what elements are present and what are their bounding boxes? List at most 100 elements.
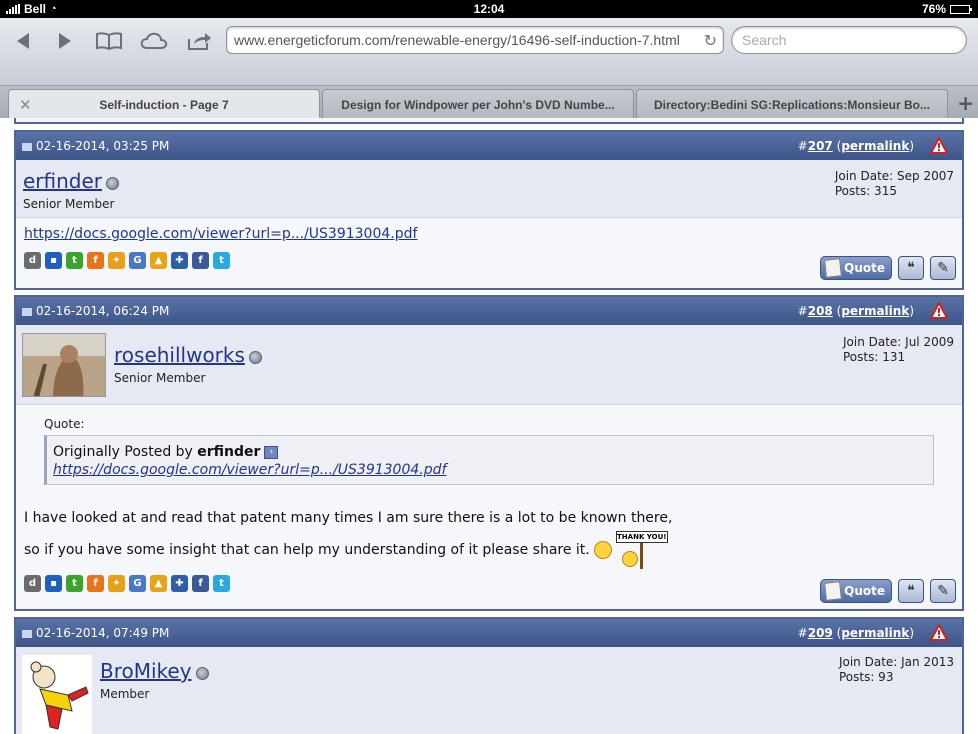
view-post-icon[interactable]: › bbox=[264, 445, 279, 459]
facebook-icon[interactable]: f bbox=[192, 575, 209, 592]
technorati-icon[interactable]: t bbox=[66, 252, 83, 269]
new-tab-icon[interactable]: + bbox=[957, 91, 974, 115]
share-icon[interactable] bbox=[184, 28, 214, 54]
tab-bedini[interactable]: Directory:Bedini SG:Replications:Monsieu… bbox=[636, 89, 948, 118]
windows-live-icon[interactable]: ✦ bbox=[108, 252, 125, 269]
smiley-icon bbox=[593, 541, 612, 559]
username[interactable]: rosehillworks bbox=[114, 343, 245, 367]
post-number-link[interactable]: 209 bbox=[808, 626, 833, 640]
browser-toolbar: www.energeticforum.com/renewable-energy/… bbox=[0, 18, 978, 86]
social-bookmarks: d ▪ t f ✦ G ▲ ✚ f t bbox=[24, 575, 954, 592]
username[interactable]: erfinder bbox=[23, 169, 102, 193]
delicious-icon[interactable]: ▪ bbox=[45, 252, 62, 269]
tab-windpower[interactable]: Design for Windpower per John's DVD Numb… bbox=[322, 89, 634, 118]
pdf-link[interactable]: https://docs.google.com/viewer?url=p.../… bbox=[24, 226, 417, 242]
username[interactable]: BroMikey bbox=[100, 659, 192, 683]
google-icon[interactable]: G bbox=[129, 252, 146, 269]
paren: ) bbox=[909, 139, 914, 153]
multi-quote-icon[interactable]: ❝ bbox=[898, 579, 924, 603]
post-hash: # bbox=[797, 304, 808, 318]
post-message: I have looked at and read that patent ma… bbox=[24, 505, 954, 569]
post-207: 02-16-2014, 03:25 PM #207 (permalink) er… bbox=[14, 130, 964, 290]
yahoo-icon[interactable]: ▲ bbox=[150, 252, 167, 269]
multi-quote-icon[interactable]: ❝ bbox=[898, 256, 924, 280]
google-icon[interactable]: G bbox=[129, 575, 146, 592]
myspace-icon[interactable]: ✚ bbox=[171, 252, 188, 269]
quote-button[interactable]: Quote bbox=[820, 579, 892, 603]
quick-reply-icon[interactable]: ✎ bbox=[930, 579, 956, 603]
post-icon bbox=[22, 308, 32, 316]
post-icon bbox=[22, 143, 32, 151]
myspace-icon[interactable]: ✚ bbox=[171, 575, 188, 592]
post-body: https://docs.google.com/viewer?url=p.../… bbox=[16, 218, 962, 288]
address-bar[interactable]: www.energeticforum.com/renewable-energy/… bbox=[226, 26, 724, 54]
search-input[interactable]: Search bbox=[731, 26, 967, 54]
windows-live-icon[interactable]: ✦ bbox=[108, 575, 125, 592]
digg-icon[interactable]: d bbox=[24, 252, 41, 269]
paren: ) bbox=[909, 626, 914, 640]
post-hash: # bbox=[797, 139, 808, 153]
quick-reply-icon[interactable]: ✎ bbox=[930, 256, 956, 280]
post-number-link[interactable]: 208 bbox=[808, 304, 833, 318]
twitter-icon[interactable]: t bbox=[213, 575, 230, 592]
close-tab-icon[interactable]: ✕ bbox=[19, 96, 32, 114]
report-icon[interactable] bbox=[930, 302, 948, 319]
user-info: erfinder Senior Member Join Date: Sep 20… bbox=[16, 160, 962, 218]
technorati-icon[interactable]: t bbox=[66, 575, 83, 592]
reload-icon[interactable]: ↻ bbox=[704, 31, 717, 51]
user-title: Senior Member bbox=[23, 197, 115, 211]
message-text: so if you have some insight that can hel… bbox=[24, 542, 590, 558]
permalink[interactable]: permalink bbox=[841, 626, 909, 640]
message-line-2: so if you have some insight that can hel… bbox=[24, 531, 954, 569]
post-count: Posts: 93 bbox=[838, 670, 894, 684]
user-info: rosehillworks Senior Member Join Date: J… bbox=[16, 325, 962, 405]
bookmarks-icon[interactable] bbox=[94, 28, 124, 54]
furl-icon[interactable]: f bbox=[87, 575, 104, 592]
yahoo-icon[interactable]: ▲ bbox=[150, 575, 167, 592]
icloud-tabs-icon[interactable] bbox=[139, 28, 169, 54]
battery-icon bbox=[950, 4, 972, 14]
report-icon[interactable] bbox=[930, 624, 948, 641]
tab-bar: ✕ Self-induction - Page 7 Design for Win… bbox=[0, 86, 978, 119]
quote-prefix: Originally Posted by bbox=[53, 444, 193, 460]
twitter-icon[interactable]: t bbox=[213, 252, 230, 269]
post-date: 02-16-2014, 03:25 PM bbox=[36, 139, 170, 153]
post-count: Posts: 315 bbox=[834, 184, 897, 198]
post-actions: Quote ❝ ✎ bbox=[820, 579, 956, 603]
thank-you-icon: THANK YOU! bbox=[612, 531, 668, 569]
join-date: Join Date: Jul 2009 bbox=[842, 335, 954, 349]
post-body: Quote: Originally Posted by erfinder › ht… bbox=[16, 405, 962, 611]
thank-you-sign: THANK YOU! bbox=[615, 531, 668, 543]
delicious-icon[interactable]: ▪ bbox=[45, 575, 62, 592]
permalink[interactable]: permalink bbox=[841, 139, 909, 153]
furl-icon[interactable]: f bbox=[87, 252, 104, 269]
post-date: 02-16-2014, 06:24 PM bbox=[36, 304, 170, 318]
quote-box: Originally Posted by erfinder › https://d… bbox=[44, 435, 934, 485]
previous-post-edge bbox=[14, 118, 964, 124]
back-icon[interactable] bbox=[8, 28, 38, 54]
offline-status-icon bbox=[195, 667, 209, 680]
post-number: #208 (permalink) bbox=[798, 304, 914, 318]
avatar[interactable] bbox=[22, 655, 92, 734]
message-line: I have looked at and read that patent ma… bbox=[24, 510, 673, 526]
join-date: Join Date: Sep 2007 bbox=[834, 169, 954, 183]
forward-icon[interactable] bbox=[50, 28, 80, 54]
digg-icon[interactable]: d bbox=[24, 575, 41, 592]
user-meta: Join Date: Sep 2007 Posts: 315 bbox=[835, 169, 954, 199]
tab-self-induction[interactable]: ✕ Self-induction - Page 7 bbox=[8, 89, 320, 119]
facebook-icon[interactable]: f bbox=[192, 252, 209, 269]
post-hash: # bbox=[797, 626, 808, 640]
quoted-link[interactable]: https://docs.google.com/viewer?url=p.../… bbox=[53, 462, 925, 478]
pencil-icon bbox=[824, 258, 842, 278]
report-icon[interactable] bbox=[930, 137, 948, 154]
tab-label: Directory:Bedini SG:Replications:Monsieu… bbox=[653, 98, 931, 112]
post-icon bbox=[22, 630, 32, 638]
user-title: Member bbox=[100, 687, 150, 701]
quote-button[interactable]: Quote bbox=[820, 256, 892, 280]
avatar[interactable] bbox=[22, 333, 106, 397]
pencil-icon bbox=[824, 581, 842, 601]
permalink[interactable]: permalink bbox=[841, 304, 909, 318]
quote-heading: Quote: bbox=[44, 417, 85, 431]
social-bookmarks: d ▪ t f ✦ G ▲ ✚ f t bbox=[24, 252, 954, 269]
post-number-link[interactable]: 207 bbox=[808, 139, 833, 153]
